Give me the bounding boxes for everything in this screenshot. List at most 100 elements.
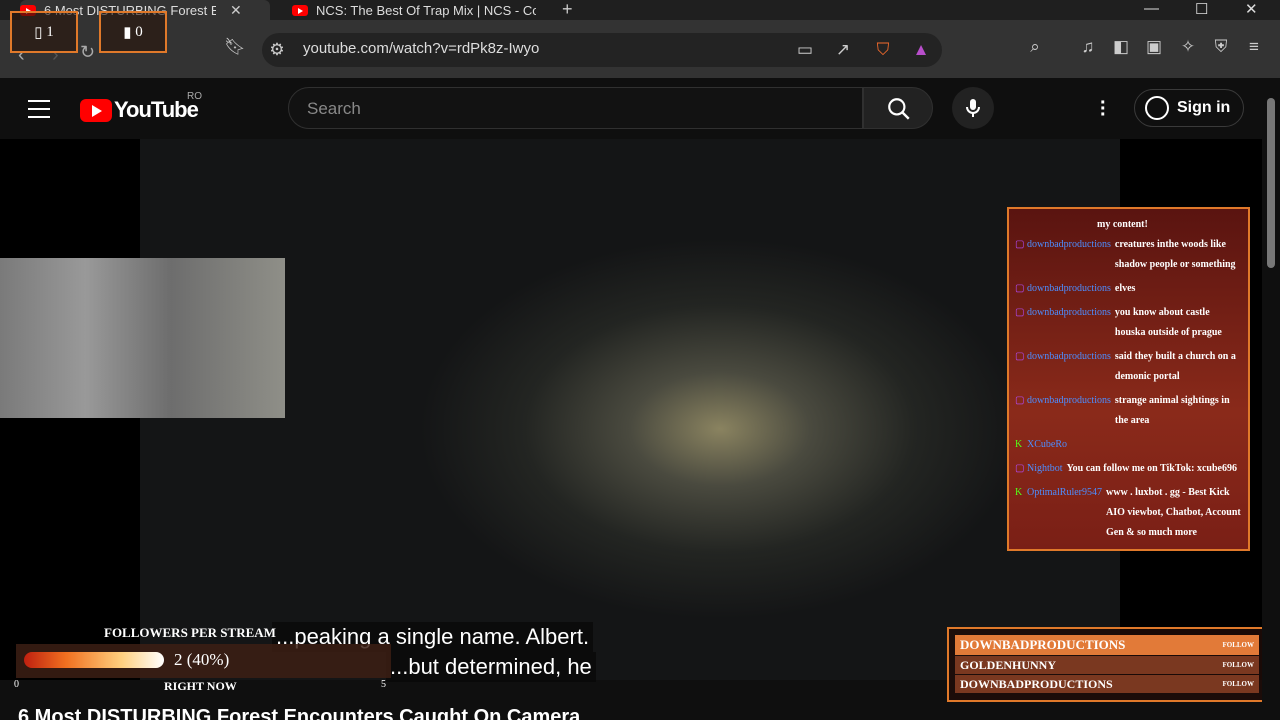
youtube-favicon-icon	[292, 4, 308, 16]
search-button[interactable]	[863, 87, 933, 129]
scrollbar-thumb[interactable]	[1267, 98, 1275, 268]
followers-now-label: RIGHT NOW	[164, 679, 237, 693]
video-frame	[140, 139, 1120, 680]
chat-message: ▢ downbadproductions you know about cast…	[1015, 303, 1242, 343]
chat-text: said they built a church on a demonic po…	[1114, 351, 1236, 382]
counter-value: 1	[46, 23, 54, 40]
follow-row: DOWNBADPRODUCTIONS FOLLOW	[955, 675, 1259, 693]
chat-text: strange animal sightings in the area	[1114, 395, 1230, 426]
chat-badge-icon: ▢	[1015, 463, 1025, 474]
followers-progress-bar	[24, 652, 164, 668]
settings-kebab-icon[interactable]: · · ·	[1100, 93, 1107, 125]
recent-follows-panel: DOWNBADPRODUCTIONS FOLLOW GOLDENHUNNY FO…	[947, 627, 1267, 702]
chat-message: my content!	[1097, 219, 1148, 230]
chat-text: elves	[1114, 283, 1136, 294]
webcam-overlay	[0, 258, 285, 418]
account-icon	[1145, 96, 1169, 120]
chat-username: XCubeRo	[1027, 439, 1067, 450]
chat-username: downbadproductions	[1027, 239, 1111, 250]
chat-username: downbadproductions	[1027, 283, 1111, 294]
followers-value: 2 (40%)	[174, 650, 230, 669]
video-title: 6 Most DISTURBING Forest Encounters Caug…	[18, 706, 581, 720]
maximize-icon[interactable]: ☐	[1195, 0, 1208, 18]
tab-title: NCS: The Best Of Trap Mix | NCS - Copyri…	[316, 2, 536, 18]
wallet-icon[interactable]: ▣	[1143, 36, 1165, 58]
chat-username: OptimalRuler9547	[1027, 487, 1102, 498]
sidebar-icon[interactable]: ◧	[1110, 36, 1132, 58]
follower-name: DOWNBADPRODUCTIONS	[960, 676, 1113, 691]
url-text: youtube.com/watch?v=rdPk8z-Iwyo	[303, 40, 540, 57]
follow-row: DOWNBADPRODUCTIONS FOLLOW	[955, 635, 1259, 655]
leo-icon[interactable]: ✧	[1177, 36, 1199, 58]
address-bar: ‹ › ↻ 🔖︎ ⚙ youtube.com/watch?v=rdPk8z-Iw…	[0, 20, 1280, 78]
followers-title: FOLLOWERS PER STREAM	[104, 625, 276, 640]
search-input[interactable]: Search	[288, 87, 863, 129]
chat-username: downbadproductions	[1027, 307, 1111, 318]
brave-shield-icon[interactable]: ⛉	[872, 39, 894, 61]
guide-menu-icon[interactable]	[28, 100, 50, 118]
close-window-icon[interactable]: ✕	[1245, 0, 1258, 18]
follow-tag: FOLLOW	[1222, 641, 1254, 649]
chat-badge-icon: ▢	[1015, 239, 1025, 250]
counter-icon: ▮	[123, 24, 136, 41]
chat-username: Nightbot	[1027, 463, 1063, 474]
chat-message: K OptimalRuler9547 www . luxbot . gg - B…	[1015, 483, 1242, 543]
reload-icon[interactable]: ↻	[80, 42, 95, 63]
follower-name: DOWNBADPRODUCTIONS	[960, 637, 1126, 652]
chat-message: ▢ downbadproductions strange animal sigh…	[1015, 391, 1242, 431]
chat-text: www . luxbot . gg - Best Kick AIO viewbo…	[1106, 487, 1241, 538]
chat-text: You can follow me on TikTok: xcube696	[1066, 463, 1237, 474]
follower-name: GOLDENHUNNY	[960, 657, 1057, 672]
chat-message: ▢ downbadproductions elves	[1015, 279, 1242, 299]
followers-min: 0	[14, 679, 19, 690]
follow-tag: FOLLOW	[1222, 661, 1254, 669]
chat-message: ▢ downbadproductions creatures inthe woo…	[1015, 235, 1242, 275]
tab-search-icon[interactable]: ⌕	[1024, 36, 1046, 58]
followers-widget: FOLLOWERS PER STREAM 2 (40%) 0 RIGHT NOW…	[14, 621, 394, 693]
chat-badge-icon: ▢	[1015, 351, 1025, 362]
youtube-logo-text: YouTube	[114, 97, 199, 122]
rewards-icon[interactable]: ▲	[910, 39, 932, 61]
screen: 6 Most DISTURBING Forest Encounters Caug…	[0, 0, 1280, 720]
stream-chat-overlay: my content! ▢ downbadproductions creatur…	[1007, 207, 1250, 551]
vpn-icon[interactable]: ⛨	[1210, 36, 1232, 58]
sign-in-button[interactable]: Sign in	[1134, 89, 1244, 127]
tab-bar: 6 Most DISTURBING Forest Encounters Caug…	[0, 0, 1280, 20]
chat-text: creatures inthe woods like shadow people…	[1114, 239, 1236, 270]
voice-search-button[interactable]	[952, 87, 994, 129]
chat-message: K XCubeRo	[1015, 435, 1242, 455]
kick-badge-icon: K	[1015, 487, 1023, 498]
cast-icon[interactable]: ▭	[794, 39, 816, 61]
youtube-header: YouTube RO Search · · · Sign in	[0, 78, 1262, 139]
country-code: RO	[187, 91, 202, 102]
site-settings-icon[interactable]: ⚙	[266, 39, 288, 61]
counter-value: 0	[135, 23, 143, 40]
menu-icon[interactable]: ≡	[1243, 36, 1265, 58]
overlay-counter-a: ▯ 1	[10, 11, 78, 53]
search-placeholder: Search	[307, 99, 361, 118]
chat-text: you know about castle houska outside of …	[1114, 307, 1222, 338]
search-icon	[888, 98, 910, 120]
share-icon[interactable]: ↗	[832, 39, 854, 61]
chat-username: downbadproductions	[1027, 395, 1111, 406]
bookmark-icon[interactable]: 🔖︎	[224, 36, 246, 58]
close-tab-icon[interactable]: ✕	[230, 2, 242, 19]
new-tab-icon[interactable]: +	[562, 0, 573, 20]
chat-username: downbadproductions	[1027, 351, 1111, 362]
minimize-icon[interactable]: —	[1144, 0, 1159, 17]
chat-message: ▢ Nightbot You can follow me on TikTok: …	[1015, 459, 1242, 479]
tab-inactive[interactable]: NCS: The Best Of Trap Mix | NCS - Copyri…	[292, 0, 547, 20]
chat-badge-icon: ▢	[1015, 395, 1025, 406]
counter-icon: ▯	[34, 24, 47, 41]
followers-max: 5	[381, 679, 386, 690]
url-field[interactable]: ⚙ youtube.com/watch?v=rdPk8z-Iwyo ▭ ↗ ⛉ …	[262, 33, 942, 67]
chat-badge-icon: ▢	[1015, 307, 1025, 318]
microphone-icon	[966, 99, 980, 117]
youtube-play-icon	[80, 98, 112, 122]
overlay-counter-b: ▮ 0	[99, 11, 167, 53]
sign-in-label: Sign in	[1177, 99, 1231, 116]
video-player[interactable]: my content! ▢ downbadproductions creatur…	[0, 139, 1267, 702]
music-icon[interactable]: ♫	[1077, 36, 1099, 58]
youtube-logo[interactable]: YouTube	[80, 97, 199, 123]
page-scrollbar[interactable]	[1262, 78, 1280, 720]
